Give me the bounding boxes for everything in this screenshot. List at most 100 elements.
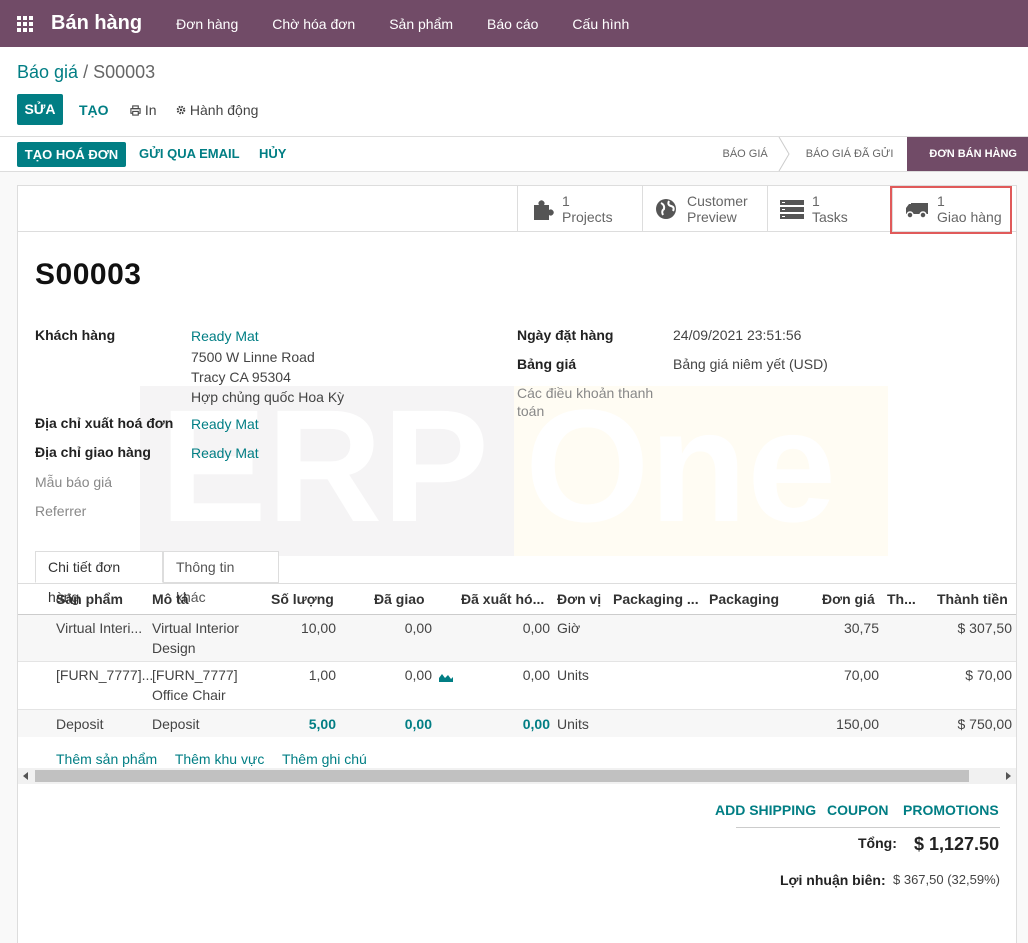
payment-terms-label-line1: Các điều khoản thanh: [517, 385, 654, 401]
column-header-delivered[interactable]: Đã giao: [374, 591, 425, 607]
create-button[interactable]: TẠO: [79, 102, 109, 118]
unit-price-cell[interactable]: 70,00: [798, 665, 879, 685]
add-note-link[interactable]: Thêm ghi chú: [282, 751, 367, 767]
nav-item-reports[interactable]: Báo cáo: [487, 16, 538, 32]
nav-item-products[interactable]: Sản phẩm: [389, 16, 453, 32]
customer-preview-line1: Customer: [687, 193, 748, 209]
add-section-link[interactable]: Thêm khu vực: [175, 751, 265, 767]
column-header-packaging-qty[interactable]: Packaging ...: [613, 591, 699, 607]
stage-quotation-sent[interactable]: BÁO GIÁ ĐÃ GỬI: [784, 137, 913, 171]
send-email-button[interactable]: GỬI QUA EMAIL: [139, 146, 240, 161]
cancel-order-button[interactable]: HỦY: [259, 146, 286, 161]
nav-item-orders[interactable]: Đơn hàng: [176, 16, 238, 32]
projects-smart-button[interactable]: 1 Projects: [517, 186, 642, 232]
unit-price-cell[interactable]: 150,00: [798, 714, 879, 734]
print-icon: [130, 105, 141, 116]
promotions-button[interactable]: PROMOTIONS: [903, 802, 999, 818]
print-button[interactable]: In: [130, 102, 157, 118]
table-row[interactable]: [FURN_7777]... [FURN_7777] Office Chair …: [18, 662, 1016, 710]
invoice-address-link[interactable]: Ready Mat: [191, 416, 259, 432]
column-header-packaging[interactable]: Packaging: [709, 591, 779, 607]
form-sheet: 1 Projects Customer Preview 1 Tasks 1 Giao h…: [17, 185, 1017, 943]
uom-cell[interactable]: Units: [557, 714, 589, 734]
table-row[interactable]: Virtual Interi... Virtual Interior Desig…: [18, 615, 1016, 662]
quantity-cell[interactable]: 5,00: [258, 714, 336, 734]
delivered-cell[interactable]: 0,00: [358, 665, 432, 685]
customer-link[interactable]: Ready Mat: [191, 328, 259, 344]
stage-sales-order[interactable]: ĐƠN BÁN HÀNG: [907, 137, 1028, 171]
column-header-subtotal[interactable]: Thành tiền: [937, 591, 1008, 607]
tasks-label: Tasks: [812, 209, 848, 225]
stage-pipeline: BÁO GIÁ BÁO GIÁ ĐÃ GỬI ĐƠN BÁN HÀNG: [723, 137, 1028, 171]
puzzle-icon: [534, 200, 554, 220]
payment-terms-label-line2: toán: [517, 403, 545, 419]
tasks-count: 1: [812, 193, 820, 209]
stage-quotation[interactable]: BÁO GIÁ: [723, 137, 790, 171]
scroll-left-arrow-icon[interactable]: [23, 772, 28, 780]
nav-item-to-invoice[interactable]: Chờ hóa đơn: [272, 16, 355, 32]
product-cell[interactable]: Deposit: [56, 714, 103, 734]
breadcrumb-parent[interactable]: Báo giá: [17, 62, 78, 82]
delivered-cell[interactable]: 0,00: [358, 714, 432, 734]
scrollbar-thumb[interactable]: [35, 770, 969, 782]
column-header-unit-price[interactable]: Đơn giá: [822, 591, 875, 607]
unit-price-cell[interactable]: 30,75: [798, 618, 879, 638]
watermark-left: ERP: [160, 376, 489, 555]
column-header-description[interactable]: Mô tả: [152, 591, 189, 607]
quotation-template-label: Mẫu báo giá: [35, 474, 113, 490]
description-line2: Office Chair: [152, 687, 226, 703]
description-cell[interactable]: [FURN_7777] Office Chair: [152, 665, 238, 705]
customer-preview-smart-button[interactable]: Customer Preview: [642, 186, 767, 232]
add-line-links: Thêm sản phẩm Thêm khu vực Thêm ghi chú: [56, 751, 381, 767]
nav-item-configuration[interactable]: Cấu hình: [572, 16, 629, 32]
horizontal-scrollbar[interactable]: [18, 768, 1016, 784]
action-button[interactable]: Hành động: [176, 102, 258, 118]
total-label: Tổng:: [858, 835, 897, 851]
table-row[interactable]: Deposit Deposit 5,00 0,00 0,00 Units 150…: [18, 710, 1016, 737]
delivery-address-link[interactable]: Ready Mat: [191, 445, 259, 461]
description-cell[interactable]: Virtual Interior Design: [152, 618, 239, 658]
tab-order-lines[interactable]: Chi tiết đơn hàng: [35, 551, 163, 605]
tab-underline: [18, 583, 1016, 584]
product-cell[interactable]: Virtual Interi...: [56, 618, 142, 638]
uom-cell[interactable]: Giờ: [557, 618, 580, 638]
margin-amount: $ 367,50 (32,59%): [893, 872, 1000, 887]
column-header-product[interactable]: Sản phẩm: [56, 591, 123, 607]
tab-other-info[interactable]: Thông tin khác: [163, 551, 279, 605]
edit-button[interactable]: SỬA: [17, 94, 63, 125]
tasks-icon: [780, 200, 804, 219]
print-label: In: [144, 102, 157, 118]
customer-address-line1: 7500 W Linne Road: [191, 349, 315, 365]
quantity-cell[interactable]: 1,00: [258, 665, 336, 685]
top-navbar: Bán hàng Đơn hàng Chờ hóa đơn Sản phẩm B…: [0, 0, 1028, 47]
description-line1: [FURN_7777]: [152, 667, 238, 683]
column-header-uom[interactable]: Đơn vị: [557, 591, 601, 607]
scroll-right-arrow-icon[interactable]: [1006, 772, 1011, 780]
highlight-box: [890, 186, 1012, 234]
action-label: Hành động: [189, 102, 259, 118]
apps-grid-icon[interactable]: [17, 15, 33, 32]
delivered-cell[interactable]: 0,00: [358, 618, 432, 638]
app-name[interactable]: Bán hàng: [51, 12, 142, 35]
description-cell[interactable]: Deposit: [152, 714, 199, 734]
breadcrumb-current: S00003: [93, 62, 156, 82]
tasks-smart-button[interactable]: 1 Tasks: [767, 186, 892, 232]
referrer-label: Referrer: [35, 503, 87, 519]
quantity-cell[interactable]: 10,00: [258, 618, 336, 638]
customer-address-line3: Hợp chủng quốc Hoa Kỳ: [191, 389, 345, 405]
order-date-value: 24/09/2021 23:51:56: [673, 327, 802, 343]
product-cell[interactable]: [FURN_7777]...: [56, 665, 153, 685]
stage-sales-order-label: ĐƠN BÁN HÀNG: [929, 148, 1017, 160]
order-date-label: Ngày đặt hàng: [517, 327, 614, 343]
coupon-button[interactable]: COUPON: [827, 802, 888, 818]
add-product-link[interactable]: Thêm sản phẩm: [56, 751, 157, 767]
column-header-invoiced[interactable]: Đã xuất hó...: [461, 591, 544, 607]
forecast-chart-icon[interactable]: [439, 672, 453, 682]
column-header-taxes[interactable]: Th...: [887, 591, 916, 607]
add-shipping-button[interactable]: ADD SHIPPING: [715, 802, 816, 818]
column-header-quantity[interactable]: Số lượng: [271, 591, 334, 607]
customer-address-line2: Tracy CA 95304: [191, 369, 291, 385]
record-title: S00003: [35, 258, 142, 291]
uom-cell[interactable]: Units: [557, 665, 589, 685]
create-invoice-button[interactable]: TẠO HOÁ ĐƠN: [17, 142, 126, 167]
